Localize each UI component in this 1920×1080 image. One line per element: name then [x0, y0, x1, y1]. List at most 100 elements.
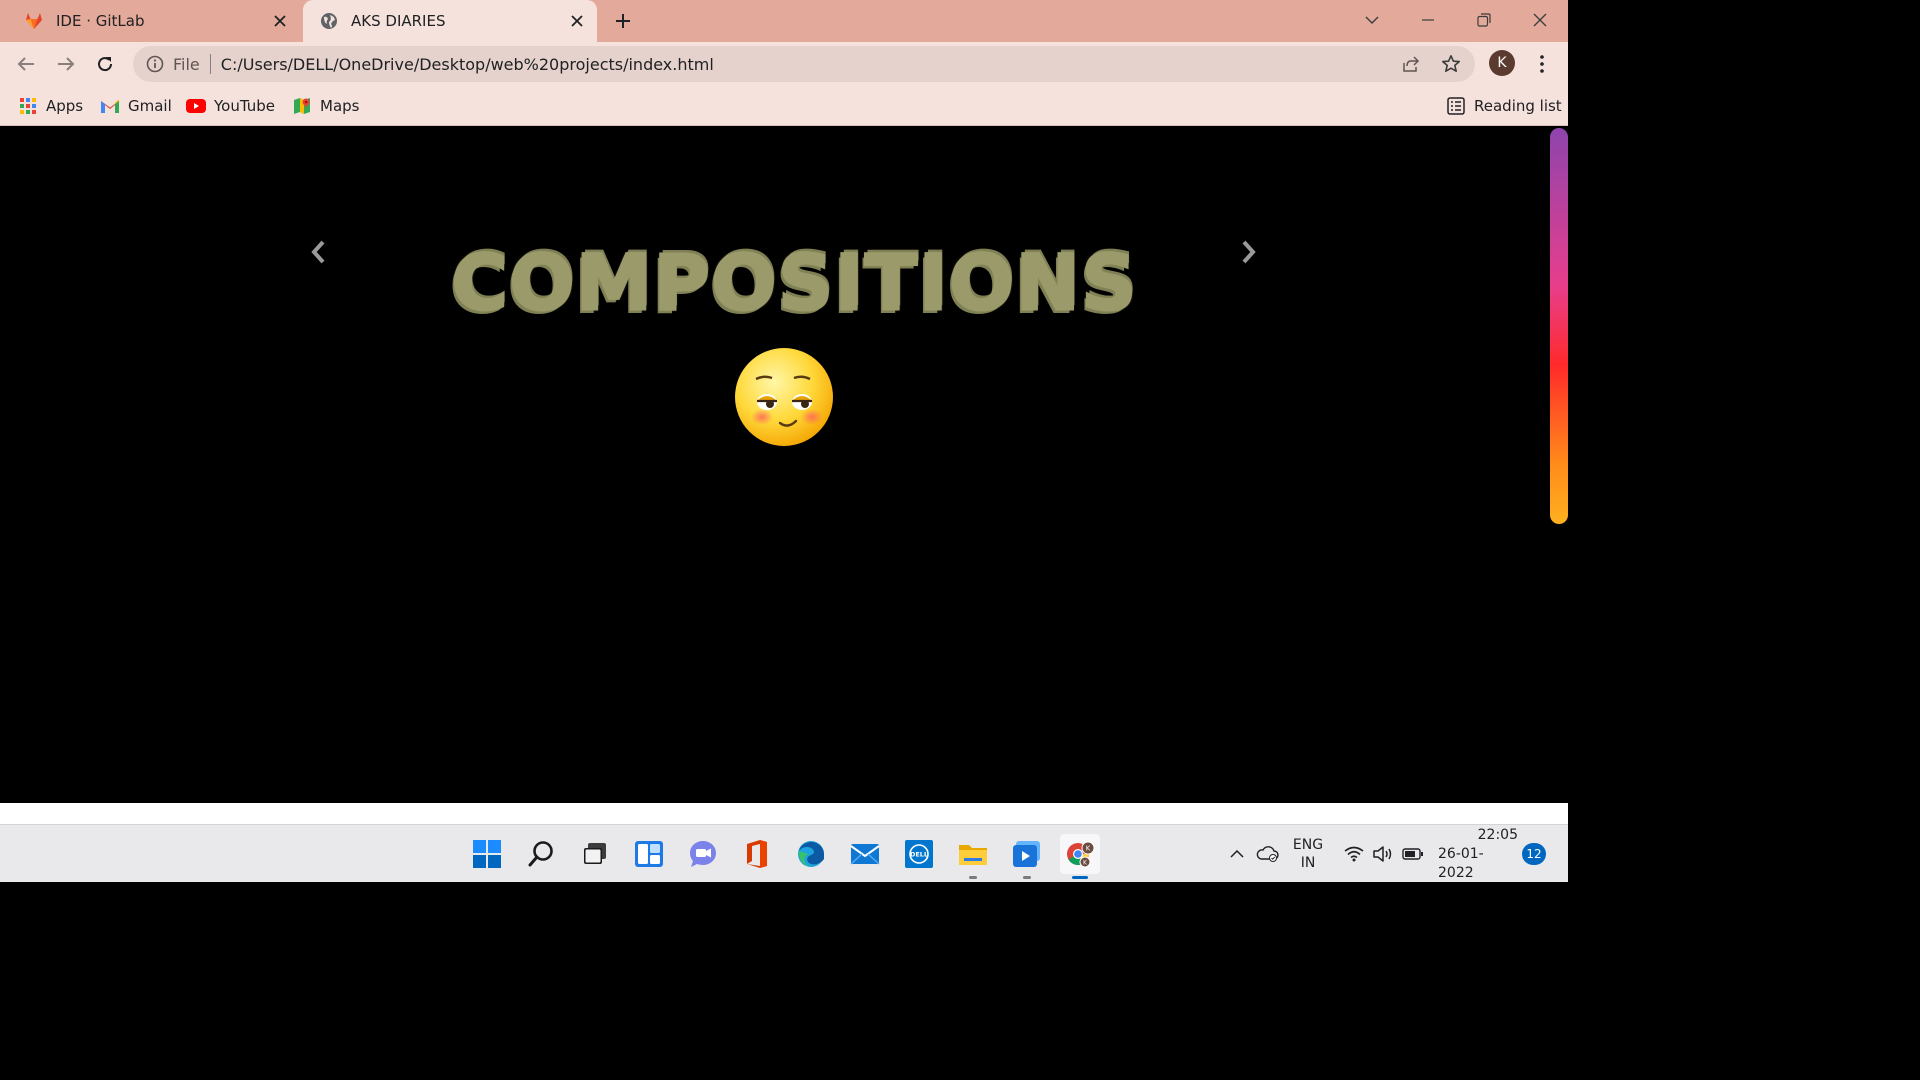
carousel-next-button[interactable] — [1234, 235, 1264, 269]
running-indicator — [969, 876, 977, 879]
start-button[interactable] — [467, 834, 507, 874]
file-explorer-button[interactable] — [953, 834, 993, 879]
widgets-button[interactable] — [629, 834, 669, 874]
widgets-icon — [635, 841, 663, 867]
more-vert-icon — [1540, 55, 1544, 73]
restore-icon — [1477, 13, 1491, 27]
globe-icon — [319, 11, 339, 31]
language-code: ENG — [1292, 837, 1324, 853]
clock-date: 26-01-2022 — [1438, 845, 1484, 881]
office-button[interactable] — [737, 834, 777, 874]
active-indicator — [1072, 876, 1088, 879]
dell-button[interactable]: DELL — [899, 834, 939, 874]
chrome-button[interactable]: K K — [1060, 834, 1100, 879]
hero-title: COMPOSITIONS — [390, 232, 1200, 332]
youtube-icon — [186, 96, 206, 116]
start-icon — [473, 840, 501, 868]
search-icon — [528, 841, 553, 867]
bookmark-maps[interactable]: Maps — [292, 92, 359, 120]
show-hidden-icons-button[interactable] — [1226, 833, 1248, 875]
wifi-icon — [1344, 846, 1364, 862]
task-view-icon — [584, 843, 606, 864]
address-bar[interactable]: File C:/Users/DELL/OneDrive/Desktop/web%… — [133, 46, 1475, 82]
bookmark-label: Gmail — [128, 97, 172, 115]
scheme-label: File — [173, 54, 200, 74]
windows-taskbar: DELL K K ENG IN 22:05 26-01-2022 12 — [0, 824, 1568, 882]
svg-text:K: K — [1086, 845, 1091, 853]
maps-icon — [292, 96, 312, 116]
reading-list-button[interactable]: Reading list — [1446, 92, 1562, 120]
minimize-icon — [1422, 19, 1434, 21]
close-tab-icon[interactable] — [266, 7, 294, 35]
reload-button[interactable] — [89, 48, 121, 80]
mail-button[interactable] — [845, 834, 885, 874]
tab-title: AKS DIARIES — [351, 12, 446, 30]
page-viewport: COMPOSITIONS — [0, 127, 1548, 803]
close-tab-icon[interactable] — [563, 7, 591, 35]
edge-button[interactable] — [791, 834, 831, 874]
back-button[interactable] — [10, 48, 42, 80]
close-window-button[interactable] — [1516, 0, 1564, 40]
tab-search-button[interactable] — [1348, 0, 1396, 40]
battery-icon — [1402, 848, 1423, 860]
carousel-prev-button[interactable] — [303, 235, 333, 269]
teams-chat-button[interactable] — [683, 834, 723, 874]
new-tab-button[interactable] — [608, 7, 638, 35]
info-icon[interactable] — [145, 54, 165, 74]
clock-time: 22:05 — [1477, 826, 1518, 843]
apps-grid-icon — [18, 96, 38, 116]
media-player-icon — [1013, 841, 1040, 867]
reading-list-label: Reading list — [1474, 97, 1562, 115]
bookmark-label: Maps — [320, 97, 360, 115]
task-view-button[interactable] — [575, 834, 615, 874]
speaker-icon — [1373, 846, 1392, 862]
back-arrow-icon — [17, 57, 34, 71]
office-icon — [747, 840, 767, 868]
onedrive-button[interactable] — [1252, 833, 1282, 875]
chevron-up-icon — [1230, 850, 1244, 858]
url-text[interactable]: C:/Users/DELL/OneDrive/Desktop/web%20pro… — [221, 55, 1395, 74]
language-indicator[interactable]: ENG IN — [1288, 833, 1328, 875]
reload-icon — [98, 57, 113, 72]
dell-icon: DELL — [905, 840, 933, 868]
bookmark-gmail[interactable]: Gmail — [100, 92, 172, 120]
flushed-smirk-emoji-icon — [735, 348, 833, 446]
restore-button[interactable] — [1460, 0, 1508, 40]
bookmark-apps[interactable]: Apps — [18, 92, 83, 120]
share-icon[interactable] — [1395, 48, 1427, 80]
mail-icon — [850, 844, 880, 865]
media-player-button[interactable] — [1007, 834, 1047, 879]
plus-icon — [616, 14, 630, 28]
chevron-right-icon — [1242, 240, 1256, 264]
bookmark-youtube[interactable]: YouTube — [186, 92, 275, 120]
volume-button[interactable] — [1371, 833, 1395, 875]
forward-arrow-icon — [58, 57, 75, 71]
forward-button[interactable] — [50, 48, 82, 80]
bookmarks-bar: Apps Gmail YouTube Maps Reading list — [0, 86, 1568, 126]
clock[interactable]: 22:05 26-01-2022 — [1438, 827, 1518, 881]
file-explorer-icon — [959, 845, 987, 865]
close-icon — [1533, 13, 1547, 27]
svg-text:DELL: DELL — [910, 851, 928, 859]
menu-button[interactable] — [1530, 50, 1554, 78]
chrome-icon: K K — [1067, 841, 1095, 868]
bookmark-label: Apps — [46, 97, 84, 115]
profile-avatar[interactable]: K — [1489, 50, 1515, 76]
chevron-left-icon — [311, 240, 325, 264]
divider — [209, 54, 211, 74]
notification-badge[interactable]: 12 — [1522, 843, 1546, 865]
battery-button[interactable] — [1401, 833, 1425, 875]
bookmark-star-icon[interactable] — [1435, 48, 1467, 80]
tab-aks-diaries[interactable]: AKS DIARIES — [303, 0, 597, 42]
minimize-button[interactable] — [1404, 0, 1452, 40]
taskbar-search-button[interactable] — [521, 834, 561, 874]
teams-chat-icon — [690, 841, 716, 867]
tab-strip: IDE · GitLab AKS DIARIES — [0, 0, 1568, 42]
reading-list-icon — [1446, 96, 1466, 116]
wifi-button[interactable] — [1342, 833, 1366, 875]
hero-title-text: COMPOSITIONS — [450, 236, 1139, 328]
bookmark-label: YouTube — [214, 97, 275, 115]
running-indicator — [1023, 876, 1031, 879]
tab-gitlab[interactable]: IDE · GitLab — [10, 0, 300, 42]
scrollbar-thumb[interactable] — [1550, 128, 1568, 524]
